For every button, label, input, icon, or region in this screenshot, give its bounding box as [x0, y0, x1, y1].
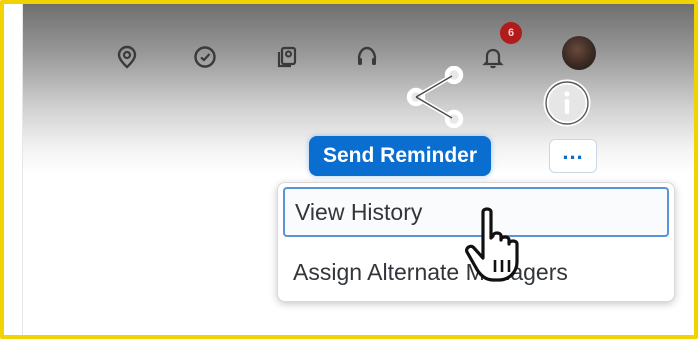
more-actions-button[interactable]: ... [549, 139, 597, 173]
hand-pointer-icon [465, 207, 519, 282]
checkmark-circle-icon[interactable] [190, 42, 220, 72]
headset-icon[interactable] [352, 42, 382, 72]
bell-icon[interactable] [478, 42, 508, 72]
avatar[interactable] [562, 36, 596, 70]
notification-badge: 6 [500, 22, 522, 44]
info-icon[interactable] [542, 78, 592, 128]
left-edge [4, 4, 23, 335]
location-pin-icon[interactable] [112, 42, 142, 72]
send-reminder-button[interactable]: Send Reminder [309, 136, 492, 176]
share-icon[interactable] [402, 66, 474, 128]
screenshot-frame: 6 Send Reminder ... View History Assign … [0, 0, 698, 339]
contacts-icon[interactable] [272, 42, 302, 72]
